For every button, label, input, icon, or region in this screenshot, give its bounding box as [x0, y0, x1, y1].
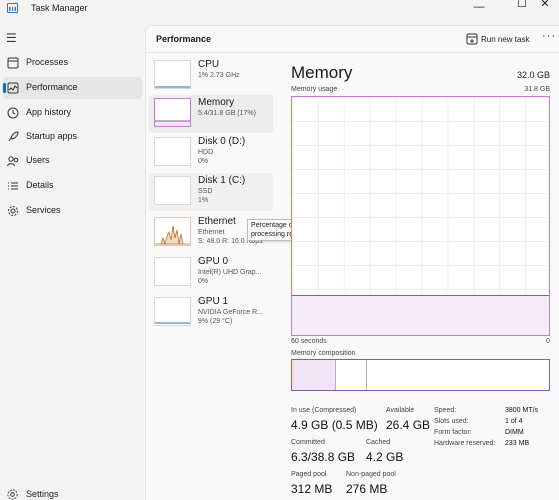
sidebar-item-performance[interactable]: Performance [3, 77, 142, 99]
available-label: Available [386, 407, 415, 414]
minimize-button[interactable]: — [465, 2, 493, 13]
device-usage: 0% [198, 278, 209, 285]
composition-in-use [292, 360, 336, 390]
device-name: GPU 1 [198, 296, 229, 307]
spec-key: Speed: [434, 407, 457, 414]
device-detail: 1% 2.73 GHz [198, 72, 240, 79]
device-memory[interactable]: Memory 5.4/31.8 GB (17%) [149, 95, 273, 133]
device-cpu[interactable]: CPU 1% 2.73 GHz [149, 57, 273, 95]
cached-label: Cached [366, 439, 391, 446]
settings-label: Settings [26, 489, 59, 499]
app-history-icon [7, 107, 19, 119]
device-name: Disk 0 (D:) [198, 136, 246, 147]
sidebar-item-label: Services [26, 205, 61, 215]
gpu-1-thumbnail [154, 297, 191, 326]
device-usage: 0% [198, 158, 209, 165]
sidebar-item-label: App history [26, 107, 72, 117]
graph-time-label: 60 seconds [291, 338, 327, 345]
run-task-icon [466, 33, 478, 45]
device-disk-0[interactable]: Disk 0 (D:) HDD 0% [149, 134, 273, 172]
nonpaged-pool-label: Non-paged pool [346, 471, 396, 478]
spec-key: Form factor: [434, 429, 472, 436]
disk-1-thumbnail [154, 176, 191, 205]
memory-total: 32.0 GB [516, 70, 550, 80]
more-options-button[interactable]: ··· [542, 30, 556, 42]
device-usage: 1% [198, 197, 209, 204]
device-gpu-0[interactable]: GPU 0 Intel(R) UHD Grap... 0% [149, 254, 273, 292]
users-icon [7, 156, 19, 167]
memory-thumbnail [154, 98, 191, 127]
cpu-thumbnail [154, 60, 191, 89]
committed-label: Committed [291, 439, 325, 446]
spec-value: 3800 MT/s [505, 407, 539, 414]
sidebar-item-label: Details [26, 180, 54, 190]
memory-usage-graph [291, 96, 550, 336]
title-bar: Task Manager — ☐ ✕ [0, 0, 559, 18]
header-divider [146, 52, 559, 53]
device-detail: Intel(R) UHD Grap... [198, 269, 262, 276]
spec-key: Hardware reserved: [434, 440, 496, 447]
sidebar-item-details[interactable]: Details [3, 175, 142, 197]
details-icon [8, 182, 18, 190]
device-detail: Ethernet [198, 229, 225, 236]
device-name: GPU 0 [198, 256, 229, 267]
gear-icon [7, 489, 18, 500]
spec-value: DIMM [505, 429, 524, 436]
spec-value: 1 of 4 [505, 418, 523, 425]
sidebar-item-label: Startup apps [26, 131, 78, 141]
graph-min-label: 0 [546, 338, 550, 345]
ethernet-thumbnail [154, 217, 191, 246]
task-manager-icon [7, 3, 18, 13]
memory-usage-max: 31.8 GB [524, 86, 550, 93]
device-gpu-1[interactable]: GPU 1 NVIDIA GeForce R... 9% (29 °C) [149, 294, 273, 332]
composition-modified [336, 360, 367, 390]
in-use-value: 4.9 GB (0.5 MB) [291, 418, 378, 432]
sidebar-item-users[interactable]: Users [3, 150, 142, 172]
device-disk-1[interactable]: Disk 1 (C:) SSD 1% [149, 173, 273, 211]
memory-composition-bar [291, 359, 550, 391]
memory-usage-fill [292, 294, 549, 335]
paged-pool-value: 312 MB [291, 482, 333, 496]
sidebar-item-startup-apps[interactable]: Startup apps [3, 126, 142, 148]
sidebar-item-label: Processes [26, 57, 69, 67]
startup-apps-icon [8, 131, 19, 142]
device-name: CPU [198, 59, 220, 70]
paged-pool-label: Paged pool [291, 471, 327, 478]
device-detail: 5.4/31.8 GB (17%) [198, 110, 256, 117]
device-detail: NVIDIA GeForce R... [198, 309, 263, 316]
device-detail: HDD [198, 149, 214, 156]
close-button[interactable]: ✕ [531, 0, 559, 10]
menu-toggle-icon[interactable]: ☰ [6, 31, 17, 45]
memory-composition-label: Memory composition [291, 350, 356, 357]
committed-value: 6.3/38.8 GB [291, 450, 356, 464]
nonpaged-pool-value: 276 MB [346, 482, 388, 496]
processes-icon [7, 57, 19, 69]
device-name: Memory [198, 97, 235, 108]
device-name: Ethernet [198, 216, 236, 227]
disk-0-thumbnail [154, 137, 191, 166]
page-title: Performance [156, 34, 212, 44]
memory-usage-label: Memory usage [291, 86, 338, 93]
gpu-0-thumbnail [154, 257, 191, 286]
sidebar-item-processes[interactable]: Processes [3, 52, 142, 74]
run-new-task-label: Run new task [481, 35, 530, 44]
memory-title: Memory [291, 63, 353, 82]
performance-icon [7, 82, 19, 94]
sidebar-item-app-history[interactable]: App history [3, 102, 142, 124]
sidebar-item-label: Users [26, 155, 50, 165]
window-title: Task Manager [31, 3, 88, 13]
services-icon [8, 206, 18, 216]
device-detail: SSD [198, 188, 213, 195]
device-usage: 9% (29 °C) [198, 318, 233, 325]
available-value: 26.4 GB [386, 418, 431, 432]
device-name: Disk 1 (C:) [198, 175, 246, 186]
cached-value: 4.2 GB [366, 450, 404, 464]
sidebar-item-services[interactable]: Services [3, 200, 142, 222]
sidebar-item-label: Performance [26, 82, 78, 92]
spec-value: 233 MB [505, 440, 530, 447]
spec-key: Slots used: [434, 418, 469, 425]
in-use-label: In use (Compressed) [291, 407, 357, 414]
